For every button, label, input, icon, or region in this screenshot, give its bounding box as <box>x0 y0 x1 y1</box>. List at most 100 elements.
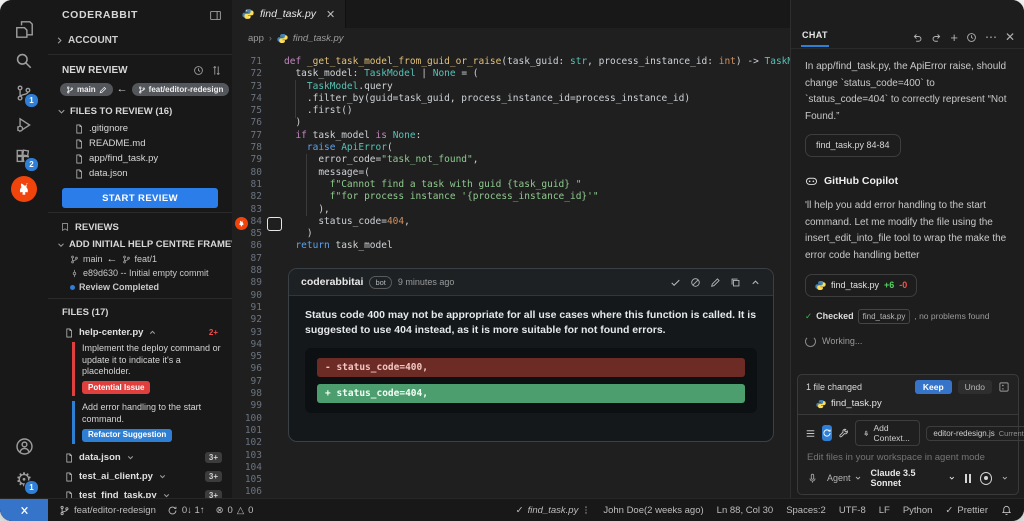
code-editor[interactable]: 71 72 73 74 75 76 77 78 79 80 81 82 83 84 85 86 87 88 89 90… <box>232 48 790 499</box>
keep-button[interactable]: Keep <box>914 380 952 394</box>
close-icon[interactable]: ✕ <box>326 8 335 21</box>
review-file-item[interactable]: data.json <box>48 166 232 181</box>
changes-card: 1 file changed Keep Undo find_task.py <box>797 374 1019 415</box>
eol-setting[interactable]: LF <box>879 505 890 516</box>
sync-agent-icon[interactable] <box>822 425 832 441</box>
review-file-item[interactable]: README.md <box>48 136 232 151</box>
line-number: 83 <box>250 203 262 215</box>
compare-branch-pill[interactable]: feat/editor-redesign <box>131 83 230 96</box>
chat-input[interactable] <box>805 446 1015 467</box>
settings-gear-icon[interactable]: ⚙ 1 <box>0 465 48 495</box>
sync-indicator[interactable]: 0↓ 1↑ <box>167 505 205 516</box>
comment-count-badge: 3+ <box>204 452 222 464</box>
python-icon <box>242 9 254 19</box>
reviewed-file-item[interactable]: help-center.py 2+ <box>48 324 232 341</box>
coderabbit-gutter-icon[interactable] <box>235 217 248 230</box>
agent-mode-dropdown[interactable]: Agent <box>827 473 862 483</box>
undo-icon[interactable] <box>912 32 923 43</box>
reviewed-file-item[interactable]: data.json 3+ <box>48 449 232 466</box>
branch-indicator[interactable]: feat/editor-redesign <box>59 505 156 516</box>
review-file-item[interactable]: app/find_task.py <box>48 151 232 166</box>
changed-file-pill[interactable]: find_task.py +6 -0 <box>805 274 918 297</box>
encoding-setting[interactable]: UTF-8 <box>839 505 866 516</box>
copilot-title: GitHub Copilot <box>824 174 899 187</box>
base-branch-pill[interactable]: main <box>60 83 113 96</box>
line-number: 82 <box>250 191 262 203</box>
task-indicator[interactable]: ✓ find_task.py <box>516 505 591 516</box>
files-to-review-label: FILES TO REVIEW (16) <box>70 106 173 117</box>
indentation-setting[interactable]: Spaces:2 <box>786 505 826 516</box>
breadcrumb-folder[interactable]: app <box>248 33 264 44</box>
new-chat-icon[interactable]: + <box>950 31 958 44</box>
debug-icon[interactable] <box>0 110 48 140</box>
checked-label: Checked <box>816 310 854 321</box>
reviews-label: REVIEWS <box>75 221 119 233</box>
panel-layout-icon[interactable] <box>209 9 222 22</box>
undo-button[interactable]: Undo <box>957 380 992 394</box>
current-file-pill[interactable]: editor-redesign.jsCurrent file <box>926 425 1024 441</box>
changed-file-row[interactable]: find_task.py <box>806 394 1010 410</box>
compare-icon[interactable] <box>211 65 222 76</box>
checked-status: ✓ Checked find_task.py , no problems fou… <box>805 308 1011 324</box>
send-stop-icon[interactable] <box>979 471 993 485</box>
breadcrumb[interactable]: app › find_task.py <box>232 28 790 48</box>
account-section[interactable]: ACCOUNT <box>48 30 232 50</box>
copy-icon[interactable] <box>730 277 741 288</box>
add-context-button[interactable]: Add Context... <box>855 420 921 446</box>
commit-label: e89d630 -- Initial empty commit <box>83 268 209 278</box>
tab-chat[interactable]: CHAT <box>801 27 829 47</box>
problems-indicator[interactable]: ⊗ 0 △ 0 <box>216 505 254 516</box>
remote-indicator[interactable] <box>0 499 48 521</box>
language-mode[interactable]: Python <box>903 505 933 516</box>
account-icon[interactable] <box>0 431 48 461</box>
redo-icon[interactable] <box>931 32 942 43</box>
code-line: ), <box>318 203 330 215</box>
tools-icon[interactable] <box>838 425 849 441</box>
model-dropdown[interactable]: Claude 3.5 Sonnet <box>871 468 956 488</box>
breadcrumb-file[interactable]: find_task.py <box>293 33 344 44</box>
search-icon[interactable] <box>0 46 48 76</box>
tab-find-task[interactable]: find_task.py ✕ <box>232 0 347 28</box>
cursor-position[interactable]: Ln 88, Col 30 <box>717 505 774 516</box>
warnings-count: 0 <box>248 504 254 516</box>
reviews-header[interactable]: REVIEWS <box>48 217 232 237</box>
chevron-right-icon <box>54 35 65 46</box>
explorer-icon[interactable] <box>0 14 48 44</box>
arrow-left-icon: ← <box>106 252 118 265</box>
chat-history-icon[interactable] <box>966 32 977 43</box>
files-to-review-header[interactable]: FILES TO REVIEW (16) <box>48 102 232 121</box>
code-line: def _get_task_model_from_guid_or_raise(t… <box>284 56 790 67</box>
more-icon[interactable]: ⋯ <box>985 30 997 44</box>
pause-icon[interactable] <box>964 473 971 483</box>
mic-icon[interactable] <box>807 473 818 484</box>
git-blame[interactable]: John Doe(2 weeks ago) <box>603 505 703 516</box>
chevron-down-icon <box>127 456 133 460</box>
comment-author: coderabbitai <box>301 276 364 288</box>
comment-bubble-icon[interactable] <box>267 217 282 231</box>
resolve-icon[interactable] <box>670 277 681 288</box>
review-file-item[interactable]: .gitignore <box>48 121 232 136</box>
start-review-button[interactable]: START REVIEW <box>62 188 218 208</box>
coderabbit-activity-item[interactable] <box>0 174 48 204</box>
formatter-indicator[interactable]: ✓ Prettier <box>945 505 988 516</box>
code-line: error_code="task_not_found", <box>284 154 479 166</box>
sync-icon <box>168 506 177 514</box>
collapse-icon[interactable] <box>750 277 761 288</box>
sync-counts: 0↓ 1↑ <box>181 504 205 516</box>
reviewed-file-item[interactable]: test_ai_client.py 3+ <box>48 468 232 485</box>
inline-comment[interactable]: Implement the deploy command or update i… <box>72 342 222 397</box>
ignore-icon[interactable] <box>690 277 701 288</box>
review-item[interactable]: ADD INITIAL HELP CENTRE FRAMEWOR... <box>48 237 232 252</box>
code-line: f"for process instance '{process_instanc… <box>284 191 599 203</box>
notifications-bell-icon[interactable] <box>1001 505 1012 516</box>
edit-icon[interactable] <box>710 277 721 288</box>
history-icon[interactable] <box>193 65 204 76</box>
list-icon[interactable] <box>805 425 816 441</box>
inline-comment[interactable]: Add error handling to the start command.… <box>72 401 222 445</box>
extensions-icon[interactable]: 2 <box>0 142 48 172</box>
code-reference-pill[interactable]: find_task.py 84-84 <box>805 134 901 157</box>
close-icon[interactable]: ✕ <box>1005 30 1015 44</box>
source-control-icon[interactable]: 1 <box>0 78 48 108</box>
diff-view-icon[interactable] <box>998 381 1010 393</box>
account-label: ACCOUNT <box>68 34 118 46</box>
